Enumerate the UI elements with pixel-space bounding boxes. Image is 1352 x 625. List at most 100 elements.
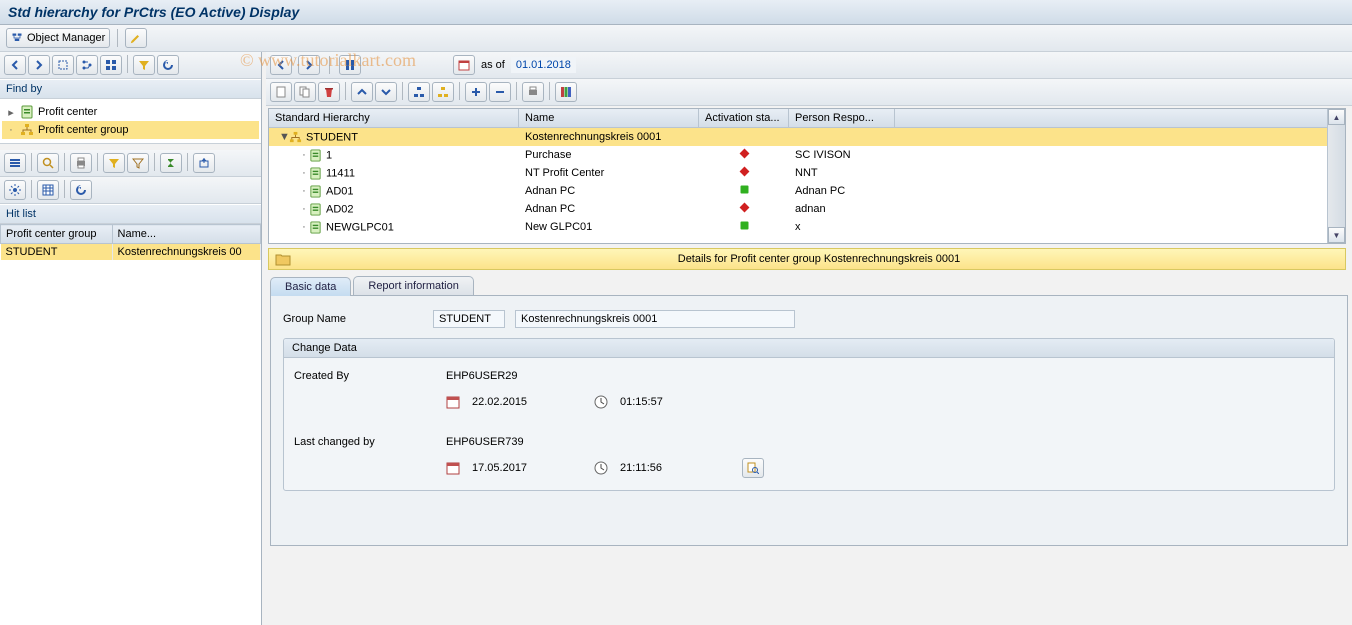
org-icon [11, 32, 23, 44]
bullet-icon: · [6, 124, 16, 136]
row-id-text: 11411 [326, 167, 355, 179]
column-button[interactable] [339, 55, 361, 75]
moveup-button[interactable] [351, 82, 373, 102]
object-manager-button[interactable]: Object Manager [6, 28, 110, 48]
grid-cell-person [789, 136, 895, 138]
history-icon [75, 184, 87, 196]
row-id-text: STUDENT [306, 131, 358, 143]
group-desc-field: Kostenrechnungskreis 0001 [515, 310, 795, 328]
period-button[interactable] [453, 55, 475, 75]
toolfilter-button[interactable] [103, 153, 125, 173]
hitlist-toolbar [0, 150, 261, 177]
object-manager-label: Object Manager [27, 32, 105, 44]
grid-header-activation[interactable]: Activation sta... [699, 109, 789, 127]
tree-icon [81, 59, 93, 71]
hier2-button[interactable] [432, 82, 454, 102]
movedown-button[interactable] [375, 82, 397, 102]
hitlist-area: Profit center group Name... STUDENT Kost… [0, 224, 261, 625]
cursor-select-icon [57, 59, 69, 71]
select-button[interactable] [52, 55, 74, 75]
print-button[interactable] [70, 153, 92, 173]
create-button[interactable] [270, 82, 292, 102]
columnconf-button[interactable] [555, 82, 577, 102]
grid-cell-status [699, 219, 789, 235]
grid-row[interactable]: ·NEWGLPC01New GLPC01x [269, 218, 1345, 236]
hitlist-row[interactable]: STUDENT Kostenrechnungskreis 00 [1, 244, 261, 261]
changelog-button[interactable] [742, 458, 764, 478]
tab-basic-data[interactable]: Basic data [270, 277, 351, 296]
grid-header-name[interactable]: Name [519, 109, 699, 127]
tree-label: Profit center [38, 106, 97, 118]
grid-header-row: Standard Hierarchy Name Activation sta..… [269, 109, 1345, 128]
layout-button[interactable] [100, 55, 122, 75]
row-expander-icon[interactable]: · [299, 149, 309, 161]
row-expander-icon[interactable]: · [299, 203, 309, 215]
row-id-text: NEWGLPC01 [326, 221, 394, 233]
sigma-icon [165, 157, 177, 169]
tree-item-profit-center[interactable]: ▸ Profit center [2, 103, 259, 121]
grid-cell-person: Adnan PC [789, 184, 895, 198]
row-id-text: AD02 [326, 203, 354, 215]
grid-header-person[interactable]: Person Respo... [789, 109, 895, 127]
grid-cell-name: New GLPC01 [519, 220, 699, 234]
row-expander-icon[interactable]: ▼ [279, 131, 289, 143]
grid-row[interactable]: ·11411NT Profit CenterNNT [269, 164, 1345, 182]
folder-icon [275, 252, 291, 266]
row-expander-icon[interactable]: · [299, 167, 309, 179]
personalise-button[interactable] [4, 180, 26, 200]
forward-button[interactable] [28, 55, 50, 75]
hitlist-header: Hit list [0, 204, 261, 224]
calendar-icon [446, 461, 460, 475]
hitlist-table: Profit center group Name... STUDENT Kost… [0, 224, 261, 260]
grid-row[interactable]: ·AD02Adnan PCadnan [269, 200, 1345, 218]
tab-report-information[interactable]: Report information [353, 276, 474, 295]
grid-row[interactable]: ·AD01Adnan PCAdnan PC [269, 182, 1345, 200]
details-button[interactable] [4, 153, 26, 173]
find-button[interactable] [76, 55, 98, 75]
row-id-text: 1 [326, 149, 332, 161]
arrow-right-icon [33, 59, 45, 71]
columns-color-icon [560, 86, 572, 98]
print2-button[interactable] [522, 82, 544, 102]
profit-center-icon [309, 185, 326, 197]
nav-fwd-button[interactable] [298, 55, 320, 75]
page-title: Std hierarchy for PrCtrs (EO Active) Dis… [0, 0, 1352, 25]
edit-button[interactable] [125, 28, 147, 48]
hier1-button[interactable] [408, 82, 430, 102]
search-button[interactable] [37, 153, 59, 173]
spreadsheet-button[interactable] [37, 180, 59, 200]
grid-header-standard-hierarchy[interactable]: Standard Hierarchy [269, 109, 519, 127]
grid-row[interactable]: ·1PurchaseSC IVISON [269, 146, 1345, 164]
filter-button[interactable] [133, 55, 155, 75]
row-expander-icon[interactable]: · [299, 221, 309, 233]
scroll-down-button[interactable]: ▼ [1328, 227, 1345, 243]
tree-item-profit-center-group[interactable]: · Profit center group [2, 121, 259, 139]
sum-button[interactable] [160, 153, 182, 173]
profit-center-icon [309, 203, 326, 215]
grid-row[interactable]: ▼STUDENTKostenrechnungskreis 0001 [269, 128, 1345, 146]
scroll-up-button[interactable]: ▲ [1328, 109, 1345, 125]
collapseall-button[interactable] [489, 82, 511, 102]
delete-button[interactable] [318, 82, 340, 102]
hitlist-col-name[interactable]: Name... [112, 225, 260, 244]
exp-button[interactable] [193, 153, 215, 173]
history-button[interactable] [157, 55, 179, 75]
nav-back-button[interactable] [270, 55, 292, 75]
status-green-icon [739, 222, 750, 234]
detail-banner: Details for Profit center group Kostenre… [268, 248, 1346, 270]
findby-header: Find by [0, 79, 261, 99]
back-button[interactable] [4, 55, 26, 75]
hitlist-col-group[interactable]: Profit center group [1, 225, 113, 244]
toolhistory-button[interactable] [70, 180, 92, 200]
calendar-icon [446, 395, 460, 409]
copy-button[interactable] [294, 82, 316, 102]
findby-tree: ▸ Profit center · Profit center group [0, 99, 261, 144]
vertical-scrollbar[interactable]: ▲ ▼ [1327, 109, 1345, 243]
hierarchy-icon [289, 131, 306, 143]
expandall-button[interactable] [465, 82, 487, 102]
row-expander-icon[interactable]: · [299, 185, 309, 197]
chevron-down-icon [380, 86, 392, 98]
printer-icon [75, 157, 87, 169]
grid-cell-id: · AD02 [269, 202, 519, 217]
toolfilter2-button[interactable] [127, 153, 149, 173]
